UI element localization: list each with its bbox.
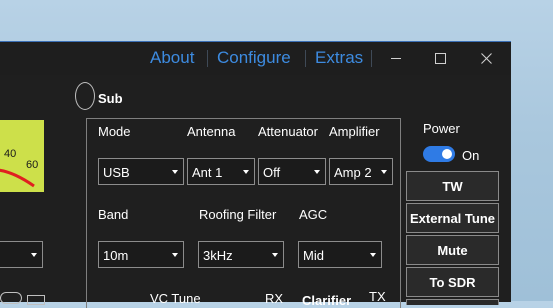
antenna-value: Ant 1: [192, 165, 223, 180]
bottom-left-indicator: [0, 292, 22, 304]
band-label: Band: [98, 207, 129, 222]
sub-radio-button[interactable]: [75, 82, 99, 112]
tw-button[interactable]: TW: [406, 171, 499, 201]
meter-select[interactable]: [0, 241, 43, 268]
sub-label: Sub: [98, 91, 123, 106]
roofing-filter-label: Roofing Filter: [199, 207, 277, 222]
amplifier-select[interactable]: Amp 2: [329, 158, 393, 185]
agc-label: AGC: [299, 207, 328, 222]
chevron-down-icon: [243, 170, 249, 174]
agc-select[interactable]: Mid: [298, 241, 382, 268]
attenuator-select[interactable]: Off: [258, 158, 326, 185]
mute-button[interactable]: Mute: [406, 235, 499, 265]
band-value: 10m: [103, 248, 129, 263]
chevron-down-icon: [172, 170, 178, 174]
maximize-icon: [434, 53, 446, 64]
chevron-down-icon: [370, 253, 376, 257]
antenna-select[interactable]: Ant 1: [187, 158, 255, 185]
mode-label: Mode: [98, 124, 131, 139]
next-side-button[interactable]: [406, 299, 499, 305]
vc-tune-label: VC Tune: [150, 291, 201, 306]
title-bar: About Configure Extras: [0, 42, 511, 75]
roofing-filter-select[interactable]: 3kHz: [198, 241, 284, 268]
chevron-down-icon: [172, 253, 178, 257]
roofing-filter-value: 3kHz: [203, 248, 233, 263]
chevron-down-icon: [381, 170, 387, 174]
mode-select[interactable]: USB: [98, 158, 184, 185]
amplifier-label: Amplifier: [329, 124, 380, 139]
band-select[interactable]: 10m: [98, 241, 184, 268]
menu-configure[interactable]: Configure: [217, 48, 291, 68]
power-state-label: On: [462, 148, 480, 163]
toggle-knob: [442, 149, 452, 159]
meter-scale-label: 60: [26, 159, 39, 171]
agc-value: Mid: [303, 248, 324, 263]
to-sdr-button[interactable]: To SDR: [406, 267, 499, 297]
chevron-down-icon: [272, 253, 278, 257]
antenna-label: Antenna: [187, 124, 236, 139]
menu-separator: [207, 50, 208, 67]
menu-extras[interactable]: Extras: [315, 48, 363, 68]
power-toggle[interactable]: [423, 146, 455, 162]
attenuator-value: Off: [263, 165, 281, 180]
menu-about[interactable]: About: [150, 48, 194, 68]
external-tune-button[interactable]: External Tune: [406, 203, 499, 233]
maximize-button[interactable]: [420, 42, 460, 75]
s-meter: 40 60: [0, 120, 44, 192]
bottom-left-checkbox[interactable]: [27, 295, 45, 305]
radio-circle-icon: [75, 82, 95, 110]
amplifier-value: Amp 2: [334, 165, 372, 180]
rx-label: RX: [265, 291, 284, 306]
meter-scale-label: 40: [4, 148, 17, 160]
minimize-button[interactable]: [376, 42, 416, 75]
attenuator-label: Attenuator: [258, 124, 318, 139]
close-button[interactable]: [466, 42, 506, 75]
power-label: Power: [423, 121, 460, 136]
minimize-icon: [391, 58, 401, 59]
main-window: About Configure Extras Sub 40 60 Mode An…: [0, 41, 511, 308]
menu-separator: [305, 50, 306, 67]
mode-value: USB: [103, 165, 130, 180]
menu-separator: [371, 50, 372, 67]
tx-label: TX: [369, 289, 386, 304]
chevron-down-icon: [31, 253, 37, 257]
chevron-down-icon: [314, 170, 320, 174]
close-icon: [480, 53, 492, 64]
